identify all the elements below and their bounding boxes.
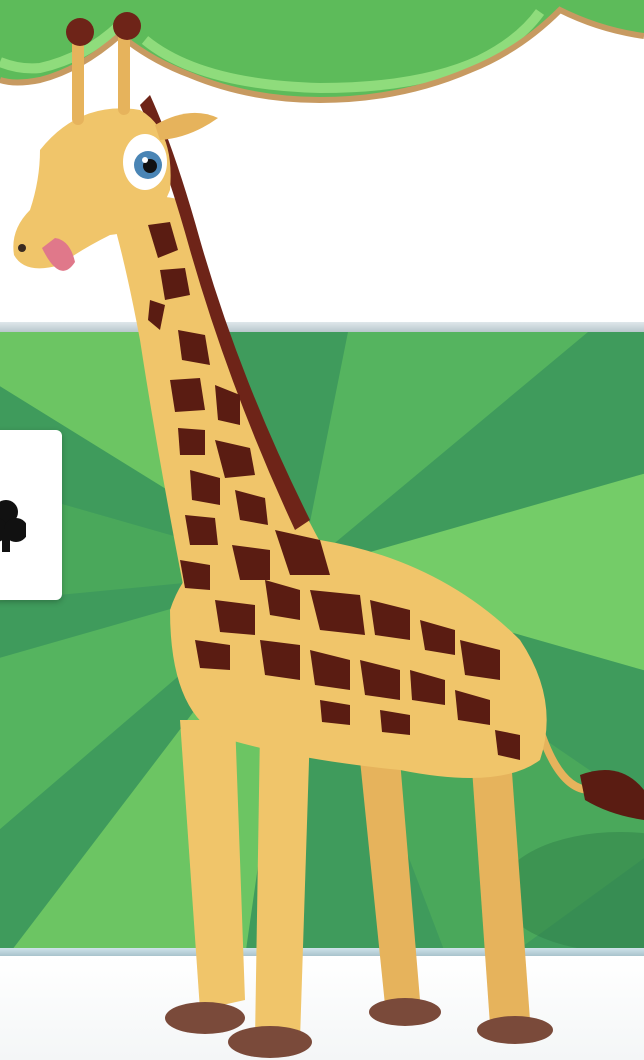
giraffe-character[interactable] — [0, 0, 644, 1060]
game-scene — [0, 0, 644, 1060]
